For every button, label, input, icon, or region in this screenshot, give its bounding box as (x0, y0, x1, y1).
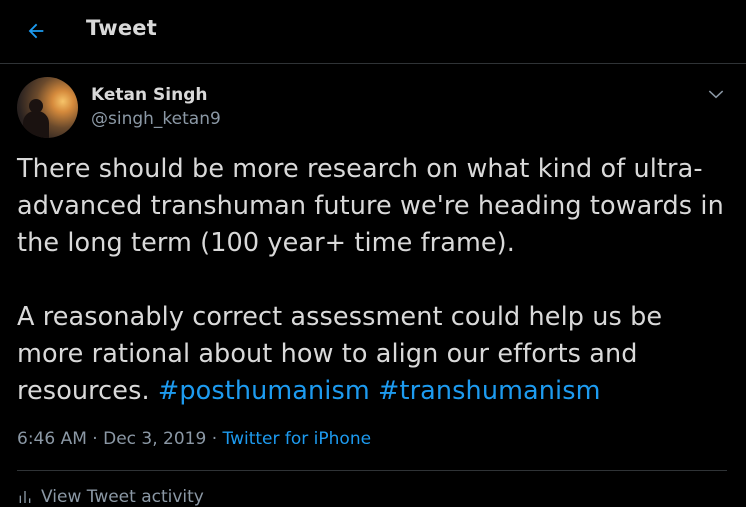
view-activity-link[interactable]: View Tweet activity (17, 487, 204, 507)
tweet-date[interactable]: Dec 3, 2019 (103, 429, 206, 449)
activity-icon (19, 491, 31, 503)
arrow-left-icon (28, 23, 44, 39)
divider (17, 470, 727, 471)
tweet-meta: 6:46 AM · Dec 3, 2019 · Twitter for iPho… (17, 429, 372, 449)
author-name[interactable]: Ketan Singh (91, 85, 207, 105)
more-options-button[interactable] (706, 84, 726, 104)
avatar[interactable] (17, 77, 78, 138)
tweet-source-link[interactable]: Twitter for iPhone (223, 429, 372, 449)
tweet-paragraph-1: There should be more research on what ki… (17, 154, 724, 258)
page-title: Tweet (86, 16, 157, 40)
chevron-down-icon (708, 90, 724, 99)
tweet-text: There should be more research on what ki… (17, 151, 729, 410)
tweet-paragraph-2: A reasonably correct assessment could he… (17, 299, 729, 410)
view-activity-label: View Tweet activity (41, 487, 204, 507)
header-bar: Tweet (0, 0, 746, 64)
author-handle[interactable]: @singh_ketan9 (91, 109, 221, 129)
back-button[interactable] (22, 17, 50, 45)
hashtag-link[interactable]: #posthumanism (158, 376, 370, 406)
hashtag-link[interactable]: #transhumanism (378, 376, 600, 406)
tweet-time[interactable]: 6:46 AM (17, 429, 87, 449)
avatar-figure-body (23, 111, 49, 138)
